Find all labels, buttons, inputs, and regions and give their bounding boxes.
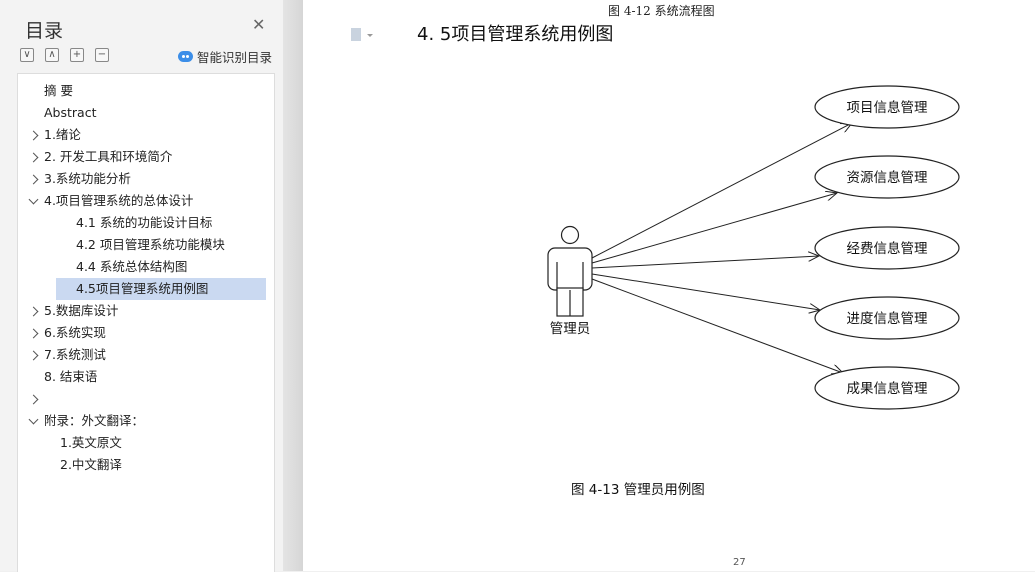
toc-item-label: 4.项目管理系统的总体设计 [44, 193, 194, 208]
toc-title: 目录 [25, 20, 64, 42]
document-page: 图 4-12 系统流程图 4. 5项目管理系统用例图 管理员 项目信息管理 资源… [303, 0, 1035, 571]
toc-item-label: 8. 结束语 [44, 369, 98, 384]
toc-item[interactable]: 附录：外文翻译： [18, 410, 272, 432]
add-heading-button[interactable]: + [70, 48, 84, 62]
chevron-right-icon[interactable] [28, 328, 39, 339]
toc-item[interactable]: 2.中文翻译 [18, 454, 272, 476]
toc-item[interactable]: 3.系统功能分析 [18, 168, 272, 190]
chevron-right-icon[interactable] [28, 152, 39, 163]
figure-caption: 图 4-13 管理员用例图 [571, 482, 705, 498]
toc-item[interactable]: 2. 开发工具和环境简介 [18, 146, 272, 168]
use-case-label: 项目信息管理 [847, 99, 928, 116]
toc-item-label: 4.1 系统的功能设计目标 [76, 215, 213, 230]
use-case-label: 进度信息管理 [847, 310, 928, 327]
expand-all-button[interactable]: ∧ [45, 48, 59, 62]
toc-item[interactable]: Abstract [18, 102, 272, 124]
toc-item-label: 4.2 项目管理系统功能模块 [76, 237, 225, 252]
toc-item[interactable]: 1.英文原文 [18, 432, 272, 454]
collapse-all-button[interactable]: ∨ [20, 48, 34, 62]
chevron-right-icon[interactable] [28, 174, 39, 185]
chevron-right-icon[interactable] [28, 130, 39, 141]
association-lines [591, 123, 852, 373]
toc-item[interactable]: 4.4 系统总体结构图 [18, 256, 272, 278]
toc-item-label: 2.中文翻译 [60, 457, 122, 472]
toc-item-label: Abstract [44, 105, 97, 120]
toc-item[interactable]: 4.项目管理系统的总体设计 [18, 190, 272, 212]
toc-toolbar: ∨ ∧ + − [20, 48, 109, 63]
smart-recognize-icon [178, 51, 193, 62]
toc-item[interactable]: 4.5项目管理系统用例图 [56, 278, 266, 300]
toc-item-label: 附录：外文翻译： [44, 413, 145, 428]
toc-item-label: 1.绪论 [44, 127, 81, 142]
toc-item-label: 4.5项目管理系统用例图 [76, 281, 209, 296]
toc-item[interactable]: 6.系统实现 [18, 322, 272, 344]
toc-item[interactable]: 4.1 系统的功能设计目标 [18, 212, 272, 234]
remove-heading-button[interactable]: − [95, 48, 109, 62]
toc-item-label: 6.系统实现 [44, 325, 106, 340]
actor-figure [547, 225, 593, 317]
close-icon[interactable]: ✕ [252, 17, 266, 33]
smart-toc-label: 智能识别目录 [197, 50, 273, 65]
toc-item-label: 5.数据库设计 [44, 303, 119, 318]
chevron-right-icon[interactable] [28, 350, 39, 361]
toc-item[interactable]: 5.数据库设计 [18, 300, 272, 322]
chevron-down-icon[interactable] [28, 414, 39, 425]
sidebar-splitter[interactable] [283, 0, 303, 571]
chevron-right-icon[interactable] [28, 306, 39, 317]
use-case-label: 经费信息管理 [847, 240, 928, 257]
toc-item[interactable]: 摘 要 [18, 80, 272, 102]
use-case-label: 成果信息管理 [847, 380, 928, 397]
toc-item[interactable] [18, 388, 272, 410]
use-case-label: 资源信息管理 [847, 169, 928, 186]
toc-item-label: 2. 开发工具和环境简介 [44, 149, 173, 164]
toc-item-label: 摘 要 [44, 83, 73, 98]
toc-item-label: 1.英文原文 [60, 435, 122, 450]
toc-item[interactable]: 1.绪论 [18, 124, 272, 146]
toc-sidebar: 目录 ✕ ∨ ∧ + − 智能识别目录 摘 要 Abstract 1.绪论 2. 开发… [0, 0, 283, 572]
chevron-down-icon[interactable] [28, 194, 39, 205]
toc-item-label: 3.系统功能分析 [44, 171, 131, 186]
toc-item[interactable]: 7.系统测试 [18, 344, 272, 366]
toc-item[interactable]: 4.2 项目管理系统功能模块 [18, 234, 272, 256]
page-number: 27 [733, 557, 746, 568]
toc-item-label: 4.4 系统总体结构图 [76, 259, 188, 274]
actor-label: 管理员 [550, 321, 591, 337]
toc-list: 摘 要 Abstract 1.绪论 2. 开发工具和环境简介 3.系统功能分析 4.项目管… [17, 73, 275, 572]
toc-item-label: 7.系统测试 [44, 347, 106, 362]
chevron-right-icon[interactable] [28, 394, 39, 405]
toc-item[interactable]: 8. 结束语 [18, 366, 272, 388]
smart-toc-button[interactable]: 智能识别目录 [178, 47, 272, 66]
